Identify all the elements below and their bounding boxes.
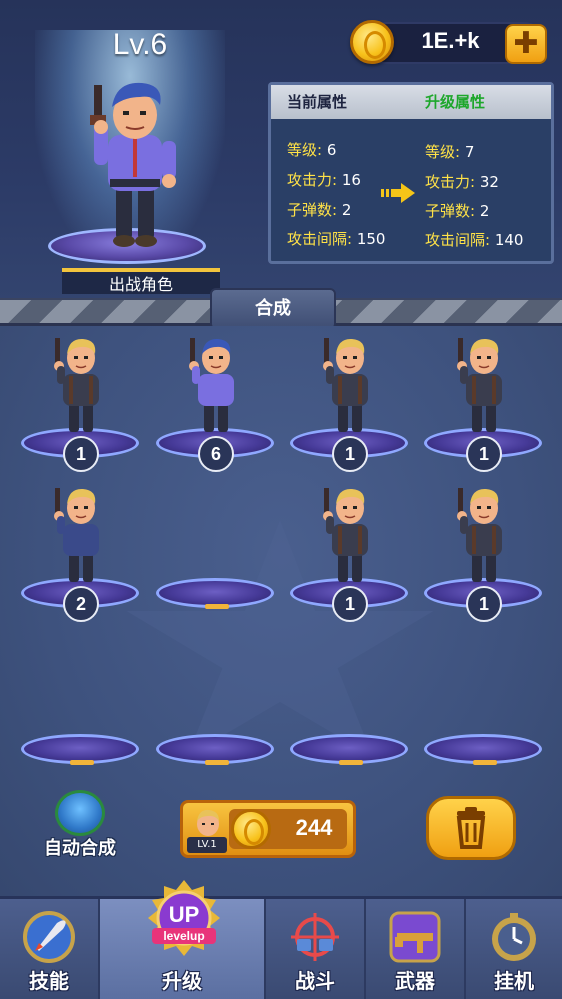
svg-text:UP: UP bbox=[169, 902, 200, 927]
auto-merge-button[interactable]: 自动合成 bbox=[35, 790, 125, 860]
nav-weapons-label: 武器 bbox=[395, 969, 435, 993]
hero-level-title: Lv.6 bbox=[112, 28, 168, 61]
coin-icon bbox=[231, 809, 271, 849]
hero-slot[interactable]: 1 bbox=[21, 336, 141, 472]
hero-level-badge: 2 bbox=[63, 586, 99, 622]
up-levelup-icon: UP levelup bbox=[148, 880, 220, 956]
nav-upgrade-label: 升级 bbox=[162, 969, 202, 993]
slot-notch bbox=[473, 760, 497, 765]
hero-slot[interactable]: 6 bbox=[156, 336, 276, 472]
rifle-icon bbox=[389, 911, 441, 963]
trash-icon bbox=[456, 807, 486, 849]
slot-platform bbox=[424, 734, 542, 765]
svg-text:levelup: levelup bbox=[163, 929, 204, 943]
empty-slot[interactable] bbox=[424, 642, 544, 772]
stat-upgrade-bullets: 子弹数: 2 bbox=[425, 202, 490, 220]
empty-slot[interactable] bbox=[21, 642, 141, 772]
rocket-icon bbox=[23, 911, 75, 963]
coin-icon bbox=[350, 20, 394, 64]
slot-platform bbox=[21, 734, 139, 765]
hero-figure[interactable] bbox=[452, 336, 516, 436]
slot-notch bbox=[205, 760, 229, 765]
robot-helmet-icon bbox=[55, 790, 105, 836]
upgrade-arrow-icon bbox=[381, 183, 415, 203]
stat-current-attack: 攻击力: 16 bbox=[287, 171, 361, 189]
hero-level-badge: 1 bbox=[63, 436, 99, 472]
upgrade-stats-heading: 升级属性 bbox=[425, 93, 486, 111]
active-hero-caption: 出战角色 bbox=[62, 268, 220, 294]
slot-platform bbox=[156, 578, 274, 609]
hero-level-badge: 6 bbox=[198, 436, 234, 472]
plus-icon: ✚ bbox=[513, 26, 539, 61]
coin-amount: 1E.+k bbox=[421, 28, 480, 53]
stat-upgrade-level: 等级: 7 bbox=[425, 143, 475, 161]
nav-idle-label: 挂机 bbox=[494, 969, 534, 993]
nav-battle[interactable]: 战斗 bbox=[266, 899, 366, 999]
slot-notch bbox=[205, 604, 229, 609]
hero-level-badge: 1 bbox=[466, 436, 502, 472]
hero-figure[interactable] bbox=[318, 486, 382, 586]
stat-current-interval: 攻击间隔: 150 bbox=[287, 230, 386, 248]
add-coins-button[interactable]: ✚ bbox=[505, 24, 547, 64]
buy-price: 244 bbox=[295, 815, 333, 840]
hero-slot[interactable]: 1 bbox=[424, 336, 544, 472]
hero-figure[interactable] bbox=[184, 336, 248, 436]
hero-slot[interactable]: 1 bbox=[424, 486, 544, 622]
nav-weapons[interactable]: 武器 bbox=[366, 899, 466, 999]
stat-current-bullets: 子弹数: 2 bbox=[287, 201, 352, 219]
slot-notch bbox=[70, 760, 94, 765]
nav-skills-label: 技能 bbox=[29, 969, 69, 993]
hero-figure[interactable] bbox=[318, 336, 382, 436]
hero-slot[interactable]: 1 bbox=[290, 486, 410, 622]
stats-header: 当前属性 升级属性 bbox=[271, 85, 551, 119]
slot-platform bbox=[156, 734, 274, 765]
hero-slot[interactable]: 2 bbox=[21, 486, 141, 622]
empty-slot[interactable] bbox=[156, 486, 276, 616]
stat-current-level: 等级: 6 bbox=[287, 141, 337, 159]
nav-skills[interactable]: 技能 bbox=[0, 899, 100, 999]
slot-notch bbox=[339, 760, 363, 765]
stat-upgrade-attack: 攻击力: 32 bbox=[425, 173, 499, 191]
hero-level-badge: 1 bbox=[466, 586, 502, 622]
current-stats-heading: 当前属性 bbox=[287, 93, 348, 111]
buy-hero-button[interactable]: LV.1 244 bbox=[180, 800, 356, 858]
hero-figure[interactable] bbox=[452, 486, 516, 586]
stats-panel: 当前属性 升级属性 等级: 6 攻击力: 16 子弹数: 2 攻击间隔: 150… bbox=[268, 82, 554, 264]
slot-platform bbox=[290, 734, 408, 765]
auto-merge-label: 自动合成 bbox=[44, 838, 116, 859]
merge-tab[interactable]: 合成 bbox=[210, 288, 336, 330]
hero-figure[interactable] bbox=[49, 486, 113, 586]
buy-level-label: LV.1 bbox=[187, 837, 227, 853]
active-hero-figure[interactable] bbox=[80, 75, 190, 250]
clock-icon bbox=[492, 913, 536, 961]
nav-battle-label: 战斗 bbox=[295, 969, 335, 993]
empty-slot[interactable] bbox=[156, 642, 276, 772]
hero-level-badge: 1 bbox=[332, 586, 368, 622]
hero-slot[interactable]: 1 bbox=[290, 336, 410, 472]
bottom-nav: 技能 升级 战斗 武器 挂机 bbox=[0, 896, 562, 999]
crosshair-guns-icon bbox=[291, 913, 339, 961]
hero-level-badge: 1 bbox=[332, 436, 368, 472]
trash-button[interactable] bbox=[426, 796, 516, 860]
hero-portrait-icon bbox=[197, 809, 219, 836]
hero-figure[interactable] bbox=[49, 336, 113, 436]
empty-slot[interactable] bbox=[290, 642, 410, 772]
nav-idle[interactable]: 挂机 bbox=[466, 899, 562, 999]
stat-upgrade-interval: 攻击间隔: 140 bbox=[425, 231, 524, 249]
